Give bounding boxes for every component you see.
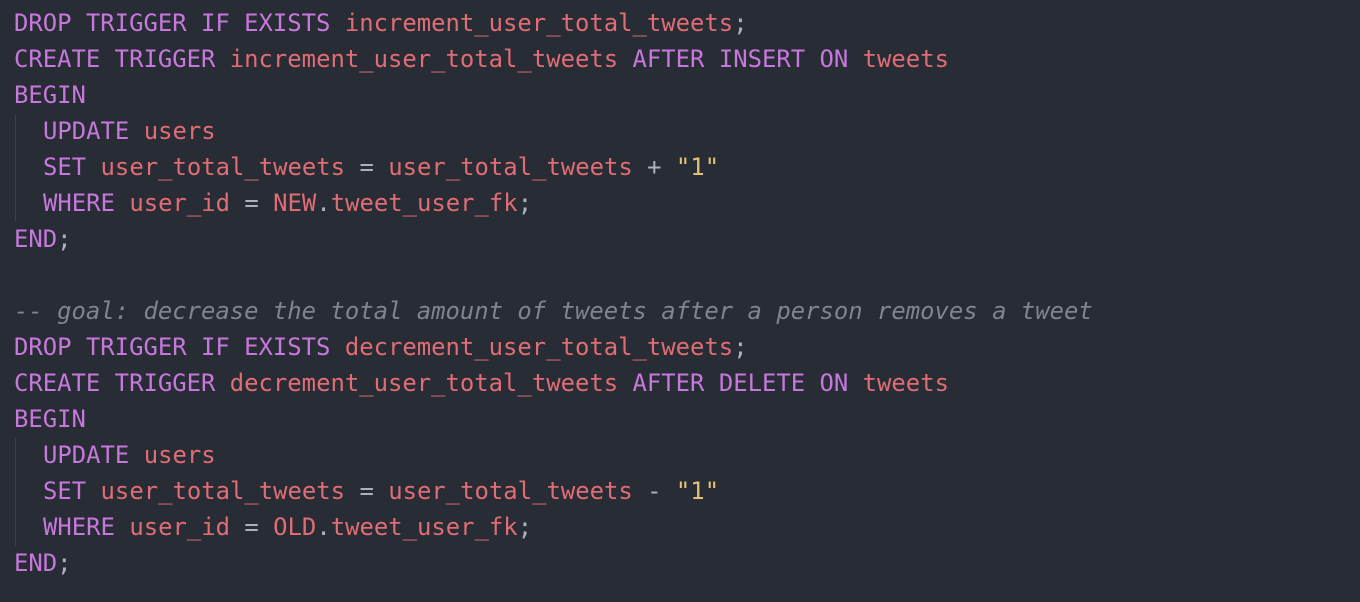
code-line: WHERE user_id = OLD.tweet_user_fk; bbox=[14, 509, 532, 545]
code-line: END; bbox=[14, 221, 72, 257]
sql-punctuation: ; bbox=[517, 189, 533, 217]
code-line: END; bbox=[14, 545, 72, 581]
code-line: UPDATE users bbox=[14, 113, 216, 149]
sql-identifier: tweets bbox=[862, 45, 949, 73]
sql-keyword: CREATE TRIGGER bbox=[14, 45, 230, 73]
sql-punctuation: . bbox=[316, 189, 331, 217]
sql-keyword: UPDATE bbox=[43, 441, 144, 469]
sql-identifier: tweet_user_fk bbox=[330, 189, 518, 217]
code-line: CREATE TRIGGER increment_user_total_twee… bbox=[14, 41, 949, 77]
sql-keyword: END bbox=[14, 225, 58, 253]
sql-identifier: users bbox=[143, 441, 216, 469]
sql-punctuation: ; bbox=[733, 333, 748, 361]
sql-keyword: SET bbox=[43, 477, 101, 505]
code-line: BEGIN bbox=[14, 401, 86, 437]
code-line: BEGIN bbox=[14, 77, 86, 113]
sql-keyword: END bbox=[14, 549, 58, 577]
sql-punctuation: = bbox=[345, 153, 389, 181]
sql-punctuation: ; bbox=[57, 549, 72, 577]
sql-identifier: NEW bbox=[273, 189, 317, 217]
sql-comment: -- goal: decrease the total amount of tw… bbox=[14, 297, 1093, 325]
sql-identifier: users bbox=[143, 117, 216, 145]
sql-identifier: user_id bbox=[129, 513, 230, 541]
sql-identifier: increment_user_total_tweets bbox=[229, 45, 633, 73]
sql-punctuation: = bbox=[230, 513, 274, 541]
sql-identifier: tweets bbox=[862, 369, 949, 397]
sql-punctuation: . bbox=[316, 513, 331, 541]
code-line: DROP TRIGGER IF EXISTS increment_user_to… bbox=[14, 5, 748, 41]
sql-keyword: DROP TRIGGER IF EXISTS bbox=[14, 333, 345, 361]
sql-keyword: WHERE bbox=[43, 189, 130, 217]
sql-keyword: BEGIN bbox=[14, 405, 86, 433]
sql-identifier: user_total_tweets bbox=[100, 153, 346, 181]
sql-keyword: UPDATE bbox=[43, 117, 144, 145]
sql-keyword: BEGIN bbox=[14, 81, 86, 109]
sql-punctuation: - bbox=[632, 477, 676, 505]
sql-keyword: AFTER DELETE ON bbox=[632, 369, 863, 397]
sql-keyword: SET bbox=[43, 153, 101, 181]
sql-identifier: tweet_user_fk bbox=[330, 513, 518, 541]
code-line: WHERE user_id = NEW.tweet_user_fk; bbox=[14, 185, 532, 221]
sql-identifier: OLD bbox=[273, 513, 317, 541]
code-line: SET user_total_tweets = user_total_tweet… bbox=[14, 149, 719, 185]
sql-keyword: DROP TRIGGER IF EXISTS bbox=[14, 9, 345, 37]
sql-punctuation: ; bbox=[57, 225, 72, 253]
sql-keyword: WHERE bbox=[43, 513, 130, 541]
sql-string-literal: "1" bbox=[675, 153, 720, 181]
sql-punctuation: + bbox=[632, 153, 676, 181]
sql-punctuation: = bbox=[230, 189, 274, 217]
code-editor[interactable]: DROP TRIGGER IF EXISTS increment_user_to… bbox=[0, 0, 1360, 602]
sql-identifier: decrement_user_total_tweets bbox=[344, 333, 734, 361]
code-line: CREATE TRIGGER decrement_user_total_twee… bbox=[14, 365, 949, 401]
sql-identifier: decrement_user_total_tweets bbox=[229, 369, 633, 397]
sql-string-literal: "1" bbox=[675, 477, 720, 505]
sql-punctuation: ; bbox=[517, 513, 533, 541]
sql-identifier: user_id bbox=[129, 189, 230, 217]
sql-punctuation: ; bbox=[733, 9, 748, 37]
sql-identifier: user_total_tweets bbox=[388, 153, 633, 181]
sql-identifier: increment_user_total_tweets bbox=[344, 9, 734, 37]
sql-identifier: user_total_tweets bbox=[388, 477, 633, 505]
sql-keyword: CREATE TRIGGER bbox=[14, 369, 230, 397]
code-line: -- goal: decrease the total amount of tw… bbox=[14, 293, 1093, 329]
code-line: DROP TRIGGER IF EXISTS decrement_user_to… bbox=[14, 329, 748, 365]
code-line: UPDATE users bbox=[14, 437, 216, 473]
code-line: SET user_total_tweets = user_total_tweet… bbox=[14, 473, 719, 509]
sql-punctuation: = bbox=[345, 477, 389, 505]
sql-identifier: user_total_tweets bbox=[100, 477, 346, 505]
sql-keyword: AFTER INSERT ON bbox=[632, 45, 863, 73]
